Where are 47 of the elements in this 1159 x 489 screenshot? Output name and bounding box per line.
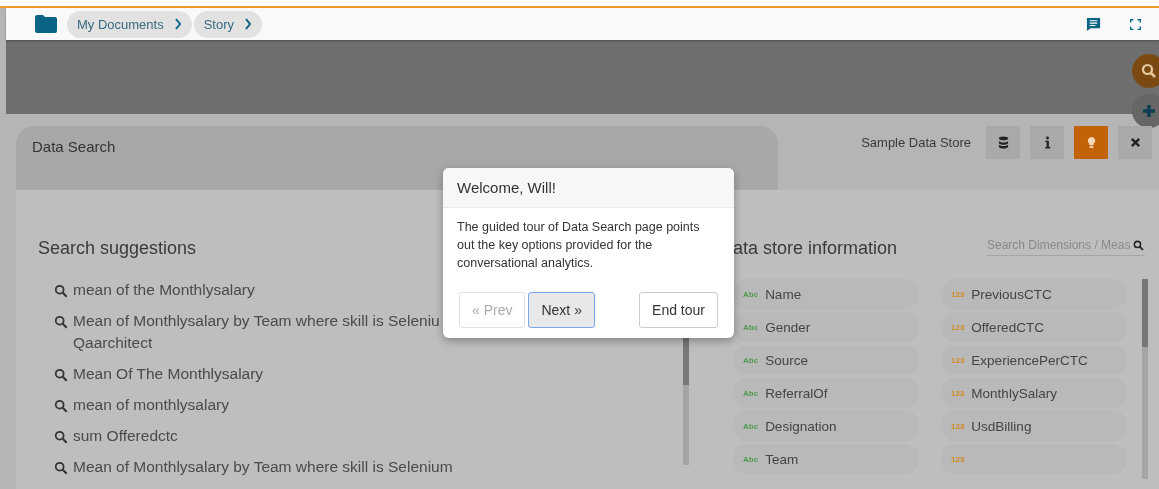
section-title: ata store information — [733, 238, 898, 259]
search-icon — [54, 430, 68, 444]
suggestion-item[interactable]: Mean of Monthlysalary by Team where skill is Selenium — [54, 458, 666, 476]
dimension-item[interactable]: Abc Source — [733, 345, 919, 375]
suggestion-item[interactable]: mean of monthlysalary — [54, 396, 666, 414]
search-button[interactable] — [1132, 54, 1159, 89]
search-icon[interactable] — [1133, 239, 1144, 251]
bulb-button[interactable] — [1074, 126, 1108, 159]
search-icon — [54, 315, 68, 329]
search-icon — [54, 461, 68, 475]
database-button[interactable] — [986, 126, 1020, 159]
measure-item[interactable]: 123 OfferedCTC — [941, 312, 1127, 342]
folder-icon[interactable] — [35, 15, 57, 34]
data-store-name: Sample Data Store — [861, 135, 971, 150]
info-button[interactable] — [1030, 126, 1064, 159]
card-title: Data Search — [32, 138, 116, 155]
close-button[interactable] — [1118, 126, 1152, 159]
breadcrumb-link[interactable]: My Documents — [67, 10, 192, 38]
comment-icon[interactable] — [1086, 16, 1101, 32]
suggestion-item[interactable]: sum Offeredctc — [54, 427, 666, 445]
measure-item[interactable]: 123 PreviousCTC — [941, 279, 1127, 309]
chevron-icon[interactable] — [244, 18, 253, 31]
popover-text: The guided tour of Data Search page points out the key options provided for the conversational analytics. — [456, 219, 701, 272]
chevron-icon[interactable] — [173, 18, 182, 31]
tour-button[interactable]: Next » — [528, 292, 595, 328]
database-icon[interactable] — [997, 136, 1009, 149]
dimension-item[interactable]: Abc Team — [733, 444, 919, 474]
close-icon[interactable] — [1129, 136, 1141, 149]
fullscreen-icon[interactable] — [1130, 18, 1141, 30]
search-icon — [54, 399, 68, 413]
measure-item[interactable]: 123 UsdBilling — [941, 411, 1127, 441]
search-icon — [54, 284, 68, 298]
measure-item[interactable]: 123 ExperiencePerCTC — [941, 345, 1127, 375]
lightbulb-icon[interactable] — [1085, 136, 1097, 149]
dimension-item[interactable]: Abc Designation — [733, 411, 919, 441]
dimension-item[interactable]: Abc Name — [733, 279, 919, 309]
dimension-item[interactable]: Abc Gender — [733, 312, 919, 342]
end-tour-button[interactable]: End tour — [639, 292, 718, 328]
add-button[interactable] — [1132, 94, 1159, 129]
measure-item[interactable]: 123 MonthlySalary — [941, 378, 1127, 408]
search-icon — [54, 368, 68, 382]
section-title: Search suggestions — [38, 238, 197, 259]
search-icon[interactable] — [1141, 63, 1157, 80]
suggestion-item[interactable]: Mean Of The Monthlysalary — [54, 365, 666, 383]
breadcrumb-link[interactable]: Story — [193, 10, 263, 38]
dimension-item[interactable]: Abc ReferralOf — [733, 378, 919, 408]
popover-title: Welcome, Will! — [457, 179, 556, 196]
